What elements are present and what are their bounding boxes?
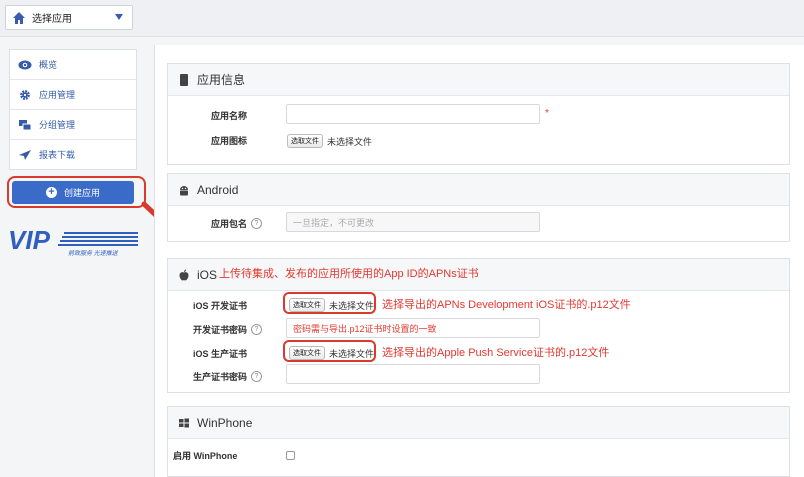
sidebar-item-label: 应用管理 [39, 90, 76, 100]
package-row: 应用包名 ? [167, 217, 262, 230]
sidebar-item-app-management[interactable]: 应用管理 [10, 80, 136, 110]
required-marker: * [545, 108, 549, 119]
ios-dev-pwd-row: 开发证书密码 ? [167, 323, 262, 336]
ios-prod-cert-row: iOS 生产证书 [167, 347, 247, 360]
gear-icon [20, 89, 30, 100]
eye-icon [18, 60, 32, 69]
group-icon [19, 119, 32, 130]
help-icon[interactable]: ? [251, 218, 262, 229]
winphone-enable-label: 启用 WinPhone [173, 451, 238, 461]
app-name-input[interactable] [286, 104, 540, 124]
package-placeholder: 一旦指定，不可更改 [293, 217, 375, 228]
panel-title: iOS [197, 267, 218, 282]
app-icon-file-picker[interactable]: 选取文件 未选择文件 [287, 134, 372, 148]
help-icon[interactable]: ? [251, 324, 262, 335]
ios-dev-cert-row: iOS 开发证书 [167, 299, 247, 312]
app-select-dropdown[interactable]: 选择应用 [5, 5, 133, 30]
dev-cert-annotation: 选择导出的APNs Development iOS证书的.p12文件 [382, 299, 631, 311]
no-file-text: 未选择文件 [329, 348, 375, 359]
ios-prod-cert-file-picker[interactable]: 选取文件 未选择文件 [289, 346, 374, 360]
app-name-label: 应用名称 [210, 111, 247, 121]
winphone-enable-row: 启用 WinPhone [173, 449, 263, 462]
android-header: Android [168, 174, 789, 206]
no-file-text: 未选择文件 [329, 300, 375, 311]
panel-title: WinPhone [197, 415, 253, 430]
no-file-text: 未选择文件 [327, 136, 373, 147]
dev-pwd-annotation: 密码需与导出.p12证书时设置的一致 [293, 323, 437, 334]
create-app-label: 创建应用 [63, 188, 100, 198]
plus-icon: + [45, 187, 57, 198]
prod-cert-annotation: 选择导出的Apple Push Service证书的.p12文件 [382, 347, 610, 359]
sidebar-item-group-management[interactable]: 分组管理 [10, 110, 136, 140]
ios-title-annotation: 上传待集成、发布的应用所使用的App ID的APNs证书 [219, 268, 479, 280]
vip-logo: VIP 前致服务 光速推送 [8, 227, 138, 257]
app-info-header: 应用信息 [168, 64, 789, 96]
app-select-label: 选择应用 [32, 14, 72, 25]
android-icon [180, 185, 188, 195]
ios-dev-cert-label: iOS 开发证书 [192, 301, 247, 311]
send-icon [19, 149, 31, 160]
home-icon[interactable] [12, 11, 26, 25]
ios-prod-pwd-label: 生产证书密码 [192, 372, 247, 382]
app-icon-label: 应用图标 [210, 136, 247, 146]
package-input[interactable]: 一旦指定，不可更改 [286, 212, 540, 232]
app-icon-row: 应用图标 [167, 134, 247, 147]
sidebar-item-label: 报表下载 [39, 150, 76, 160]
help-icon[interactable]: ? [251, 371, 262, 382]
phone-icon [180, 73, 188, 86]
sidebar-item-label: 概览 [39, 60, 58, 70]
logo-text: VIP [8, 227, 51, 255]
winphone-enable-checkbox[interactable] [286, 451, 295, 460]
ios-dev-pwd-label: 开发证书密码 [192, 325, 247, 335]
sidebar-item-label: 分组管理 [39, 120, 76, 130]
sidebar: 概览 应用管理 分组管理 报表下载 [9, 49, 137, 170]
choose-file-button[interactable]: 选取文件 [289, 298, 325, 312]
create-app-button[interactable]: + 创建应用 [12, 181, 134, 204]
chevron-down-icon [115, 14, 123, 20]
winphone-panel: WinPhone [167, 406, 790, 477]
choose-file-button[interactable]: 选取文件 [287, 134, 323, 148]
sidebar-item-overview[interactable]: 概览 [10, 50, 136, 80]
top-bar: 选择应用 [0, 0, 804, 37]
windows-icon [179, 418, 189, 427]
winphone-header: WinPhone [168, 407, 789, 439]
ios-prod-pwd-row: 生产证书密码 ? [167, 370, 262, 383]
package-label: 应用包名 [210, 219, 247, 229]
apple-icon [179, 269, 189, 280]
ios-dev-pwd-input[interactable]: 密码需与导出.p12证书时设置的一致 [286, 318, 540, 338]
panel-title: Android [197, 182, 239, 197]
ios-prod-pwd-input[interactable] [286, 364, 540, 384]
logo-subtitle: 前致服务 光速推送 [68, 249, 119, 257]
panel-title: 应用信息 [197, 73, 246, 87]
sidebar-item-report-download[interactable]: 报表下载 [10, 140, 136, 169]
ios-prod-cert-label: iOS 生产证书 [192, 349, 247, 359]
ios-dev-cert-file-picker[interactable]: 选取文件 未选择文件 [289, 298, 374, 312]
choose-file-button[interactable]: 选取文件 [289, 346, 325, 360]
app-name-row: 应用名称 [167, 109, 247, 122]
